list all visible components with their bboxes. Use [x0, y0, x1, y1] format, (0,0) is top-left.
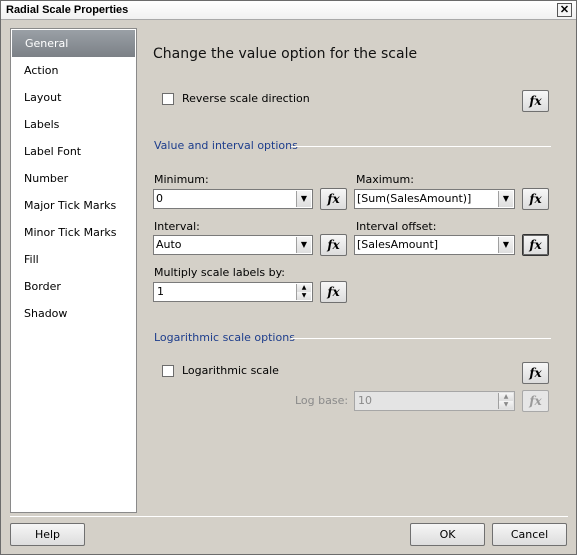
help-button[interactable]: Help	[10, 523, 85, 546]
fx-icon: fx	[529, 192, 542, 206]
general-page: Change the value option for the scale Re…	[138, 28, 568, 513]
reverse-scale-label: Reverse scale direction	[182, 92, 310, 105]
interval-fx-button[interactable]: fx	[320, 234, 347, 256]
value-section-divider	[291, 146, 551, 147]
minimum-combo[interactable]: 0 ▼	[153, 189, 313, 209]
nav-item-layout[interactable]: Layout	[11, 84, 136, 111]
spin-up-icon[interactable]: ▲	[296, 284, 311, 292]
nav-item-number[interactable]: Number	[11, 165, 136, 192]
close-button[interactable]: ✕	[557, 3, 572, 17]
fx-icon: fx	[327, 238, 340, 252]
cancel-button[interactable]: Cancel	[492, 523, 567, 546]
spin-up-icon[interactable]: ▲	[498, 393, 513, 401]
minimum-value: 0	[156, 192, 163, 205]
chevron-down-icon[interactable]: ▼	[498, 191, 513, 207]
nav-list: General Action Layout Labels Label Font …	[10, 28, 137, 513]
log-scale-label: Logarithmic scale	[182, 364, 279, 377]
interval-offset-combo[interactable]: [SalesAmount] ▼	[354, 235, 515, 255]
log-section-heading: Logarithmic scale options	[154, 331, 295, 344]
nav-item-fill[interactable]: Fill	[11, 246, 136, 273]
chevron-down-icon[interactable]: ▼	[498, 237, 513, 253]
title-bar: Radial Scale Properties ✕	[1, 1, 576, 20]
close-icon: ✕	[559, 4, 570, 16]
window-title: Radial Scale Properties	[6, 4, 129, 16]
reverse-scale-checkbox[interactable]	[162, 92, 174, 105]
reverse-scale-fx-button[interactable]: fx	[522, 90, 549, 112]
log-scale-fx-button[interactable]: fx	[522, 362, 549, 384]
chevron-down-icon[interactable]: ▼	[296, 237, 311, 253]
multiply-fx-button[interactable]: fx	[320, 281, 347, 303]
spin-down-icon[interactable]: ▼	[498, 401, 513, 409]
log-base-spinbox[interactable]: 10 ▲ ▼	[354, 391, 515, 411]
maximum-fx-button[interactable]: fx	[522, 188, 549, 210]
nav-item-major-tick-marks[interactable]: Major Tick Marks	[11, 192, 136, 219]
interval-offset-value: [SalesAmount]	[357, 238, 439, 251]
nav-item-minor-tick-marks[interactable]: Minor Tick Marks	[11, 219, 136, 246]
footer-divider	[10, 516, 568, 517]
nav-item-labels[interactable]: Labels	[11, 111, 136, 138]
interval-combo[interactable]: Auto ▼	[153, 235, 313, 255]
multiply-spinbox[interactable]: 1 ▲ ▼	[153, 282, 313, 302]
maximum-value: [Sum(SalesAmount)]	[357, 192, 472, 205]
fx-icon: fx	[529, 394, 542, 408]
value-section-heading: Value and interval options	[154, 139, 298, 152]
fx-icon: fx	[327, 192, 340, 206]
multiply-label: Multiply scale labels by:	[154, 266, 286, 279]
page-title: Change the value option for the scale	[153, 46, 418, 62]
fx-icon: fx	[529, 238, 542, 252]
spin-down-icon[interactable]: ▼	[296, 292, 311, 300]
chevron-down-icon[interactable]: ▼	[296, 191, 311, 207]
log-section-divider	[291, 338, 551, 339]
nav-item-label-font[interactable]: Label Font	[11, 138, 136, 165]
nav-item-shadow[interactable]: Shadow	[11, 300, 136, 327]
interval-offset-label: Interval offset:	[356, 220, 437, 233]
minimum-label: Minimum:	[154, 173, 209, 186]
maximum-label: Maximum:	[356, 173, 414, 186]
fx-icon: fx	[327, 285, 340, 299]
interval-value: Auto	[156, 238, 182, 251]
maximum-combo[interactable]: [Sum(SalesAmount)] ▼	[354, 189, 515, 209]
log-scale-checkbox[interactable]	[162, 364, 174, 377]
nav-item-action[interactable]: Action	[11, 57, 136, 84]
log-scale-row: Logarithmic scale	[162, 364, 279, 377]
ok-button[interactable]: OK	[410, 523, 485, 546]
log-base-value: 10	[358, 394, 372, 407]
interval-label: Interval:	[154, 220, 200, 233]
log-base-fx-button[interactable]: fx	[522, 390, 549, 412]
log-base-label: Log base:	[295, 394, 349, 407]
reverse-scale-row: Reverse scale direction	[162, 92, 310, 105]
nav-item-border[interactable]: Border	[11, 273, 136, 300]
fx-icon: fx	[529, 94, 542, 108]
multiply-value: 1	[157, 285, 164, 298]
interval-offset-fx-button[interactable]: fx	[522, 234, 549, 256]
minimum-fx-button[interactable]: fx	[320, 188, 347, 210]
radial-scale-properties-dialog: Radial Scale Properties ✕ General Action…	[0, 0, 577, 555]
nav-item-general[interactable]: General	[12, 30, 135, 57]
fx-icon: fx	[529, 366, 542, 380]
